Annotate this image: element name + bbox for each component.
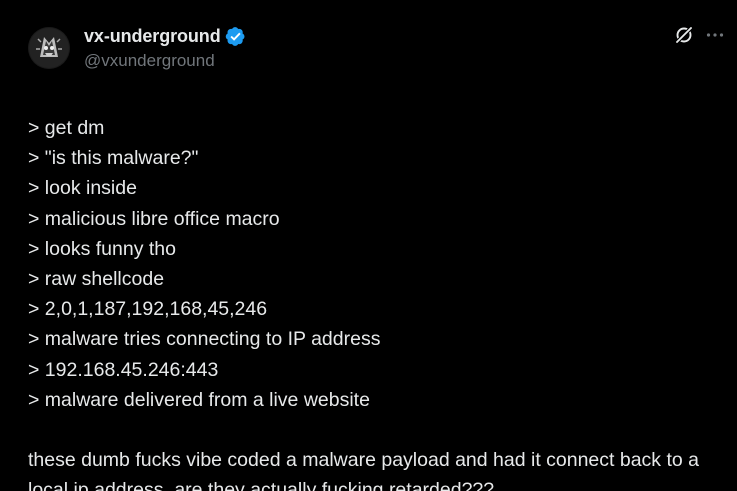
more-icon[interactable] — [705, 25, 725, 45]
tweet-line: > looks funny tho — [28, 237, 176, 260]
grok-icon[interactable] — [674, 25, 694, 45]
tweet-line: > look inside — [28, 177, 137, 200]
tweet-line: > "is this malware?" — [28, 147, 199, 170]
tweet-header: vx-underground @vxunderground — [28, 22, 737, 74]
display-name-row: vx-underground — [84, 25, 246, 47]
tweet-line: > malware tries connecting to IP address — [28, 328, 381, 351]
tweet-line: > malicious libre office macro — [28, 207, 280, 230]
author-names: vx-underground @vxunderground — [84, 25, 246, 69]
tweet-text: > get dm > "is this malware?" > look ins… — [28, 113, 717, 491]
tweet-actions — [674, 25, 725, 45]
handle[interactable]: @vxunderground — [84, 52, 246, 69]
tweet-line: > get dm — [28, 117, 105, 139]
tweet-line: > malware delivered from a live website — [28, 388, 370, 411]
tweet: vx-underground @vxunderground > get dm >… — [0, 0, 737, 491]
tweet-closing-paragraph: these dumb fucks vibe coded a malware pa… — [28, 449, 699, 491]
tweet-line: > 192.168.45.246:443 — [28, 358, 219, 381]
verified-badge-icon[interactable] — [225, 26, 246, 47]
avatar[interactable] — [28, 27, 70, 69]
display-name[interactable]: vx-underground — [84, 27, 221, 45]
paragraph-break — [28, 415, 717, 445]
tweet-line: > 2,0,1,187,192,168,45,246 — [28, 298, 268, 321]
tweet-line: > raw shellcode — [28, 268, 165, 291]
